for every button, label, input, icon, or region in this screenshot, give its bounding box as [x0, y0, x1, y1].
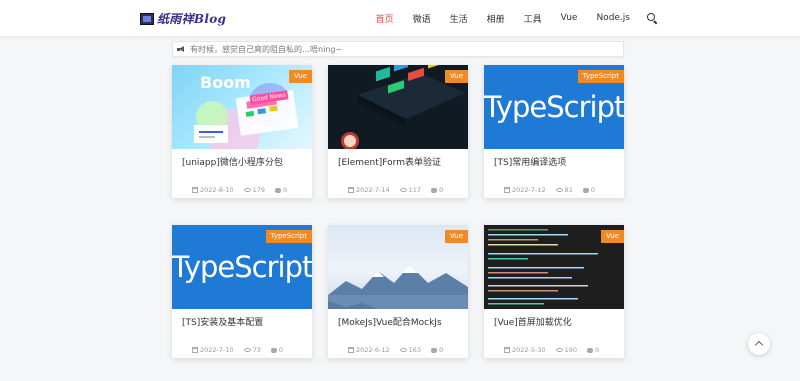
view-count: 160: [564, 346, 578, 354]
post-thumbnail[interactable]: TypeScript TypeScript: [484, 65, 624, 149]
eye-icon: [555, 188, 563, 192]
nav-item-weiyu[interactable]: 微语: [413, 12, 431, 25]
comment-icon: [587, 347, 594, 353]
category-tag[interactable]: Vue: [444, 230, 468, 243]
post-title[interactable]: [TS]常用编译选项: [494, 155, 566, 168]
post-thumbnail[interactable]: TypeScript TypeScript: [172, 225, 312, 309]
post-date: 2022-7-12: [512, 186, 546, 194]
post-card[interactable]: Vue [MokeJs]Vue配合MockJs 2022-6-12 163 0: [328, 225, 468, 358]
post-thumbnail[interactable]: Vue: [328, 65, 468, 149]
nav-item-album[interactable]: 相册: [487, 12, 505, 25]
post-title[interactable]: [TS]安装及基本配置: [182, 315, 263, 328]
comment-count: 0: [595, 346, 600, 354]
comment-icon: [275, 187, 282, 193]
post-title[interactable]: [Vue]首屏加载优化: [494, 315, 572, 328]
megaphone-icon: [177, 45, 185, 53]
comment-icon: [582, 187, 589, 193]
category-tag[interactable]: Vue: [600, 230, 624, 243]
view-count: 179: [252, 186, 266, 194]
post-date: 2022-6-12: [356, 346, 390, 354]
post-card[interactable]: Boom Good News Vue [uniapp]微信小程序分包 2022-…: [172, 65, 312, 198]
view-count: 73: [252, 346, 261, 354]
post-title[interactable]: [Element]Form表单验证: [338, 155, 441, 168]
post-date: 2022-5-30: [512, 346, 546, 354]
post-thumbnail[interactable]: Vue: [484, 225, 624, 309]
category-tag[interactable]: TypeScript: [577, 70, 624, 83]
site-logo[interactable]: 纸雨祥Blog: [140, 10, 226, 27]
search-icon[interactable]: [647, 12, 658, 24]
category-tag[interactable]: Vue: [444, 70, 468, 83]
comment-count: 0: [283, 186, 288, 194]
notice-bar: 有时候，感觉自己爽的阻自私的…唔ning~: [172, 41, 624, 57]
category-tag[interactable]: TypeScript: [265, 230, 312, 243]
category-tag[interactable]: Vue: [288, 70, 312, 83]
calendar-icon: [348, 187, 354, 193]
nav-item-vue[interactable]: Vue: [561, 13, 578, 23]
post-card[interactable]: Vue [Element]Form表单验证 2022-7-14 117 0: [328, 65, 468, 198]
calendar-icon: [348, 347, 354, 353]
calendar-icon: [504, 187, 510, 193]
view-count: 117: [408, 186, 422, 194]
post-thumbnail[interactable]: Boom Good News Vue: [172, 65, 312, 149]
top-header: 纸雨祥Blog 首页 微语 生活 相册 工具 Vue Node.js: [0, 0, 800, 36]
nav-item-nodejs[interactable]: Node.js: [596, 13, 630, 23]
post-title[interactable]: [MokeJs]Vue配合MockJs: [338, 315, 442, 328]
post-card[interactable]: TypeScript TypeScript [TS]安装及基本配置 2022-7…: [172, 225, 312, 358]
comment-count: 0: [439, 186, 444, 194]
post-meta: 2022-7-14 117 0: [348, 186, 453, 194]
comment-count: 0: [439, 346, 444, 354]
post-meta: 2022-7-12 81 0: [504, 186, 605, 194]
nav-item-home[interactable]: 首页: [376, 12, 394, 25]
calendar-icon: [504, 347, 510, 353]
post-thumbnail[interactable]: Vue: [328, 225, 468, 309]
comment-icon: [431, 187, 438, 193]
comment-count: 0: [590, 186, 596, 194]
eye-icon: [399, 348, 407, 352]
post-meta: 2022-7-10 73 0: [192, 346, 293, 354]
post-meta: 2022-8-10 179 0: [192, 186, 297, 194]
view-count: 163: [408, 346, 422, 354]
nav-item-tools[interactable]: 工具: [524, 12, 542, 25]
post-title[interactable]: [uniapp]微信小程序分包: [182, 155, 283, 168]
monitor-icon: [140, 12, 154, 25]
eye-icon: [555, 348, 563, 352]
view-count: 81: [564, 186, 573, 194]
calendar-icon: [192, 187, 198, 193]
comment-icon: [270, 347, 277, 353]
logo-text: 纸雨祥Blog: [157, 12, 227, 26]
main-nav: 首页 微语 生活 相册 工具 Vue Node.js: [357, 0, 658, 36]
thumb-title: TypeScript: [484, 90, 624, 124]
thumb-title: TypeScript: [172, 250, 312, 284]
back-to-top-button[interactable]: [748, 333, 770, 355]
comment-icon: [431, 347, 438, 353]
notice-text: 有时候，感觉自己爽的阻自私的…唔ning~: [190, 44, 343, 54]
eye-icon: [243, 188, 251, 192]
calendar-icon: [192, 347, 198, 353]
nav-item-life[interactable]: 生活: [450, 12, 468, 25]
post-date: 2022-7-14: [356, 186, 390, 194]
post-meta: 2022-5-30 160 0: [504, 346, 609, 354]
eye-icon: [399, 188, 407, 192]
post-meta: 2022-6-12 163 0: [348, 346, 453, 354]
thumb-title: Boom: [200, 73, 251, 92]
comment-count: 0: [278, 346, 284, 354]
eye-icon: [243, 348, 251, 352]
post-card[interactable]: Vue [Vue]首屏加载优化 2022-5-30 160 0: [484, 225, 624, 358]
post-card[interactable]: TypeScript TypeScript [TS]常用编译选项 2022-7-…: [484, 65, 624, 198]
post-date: 2022-7-10: [200, 346, 234, 354]
post-date: 2022-8-10: [200, 186, 234, 194]
